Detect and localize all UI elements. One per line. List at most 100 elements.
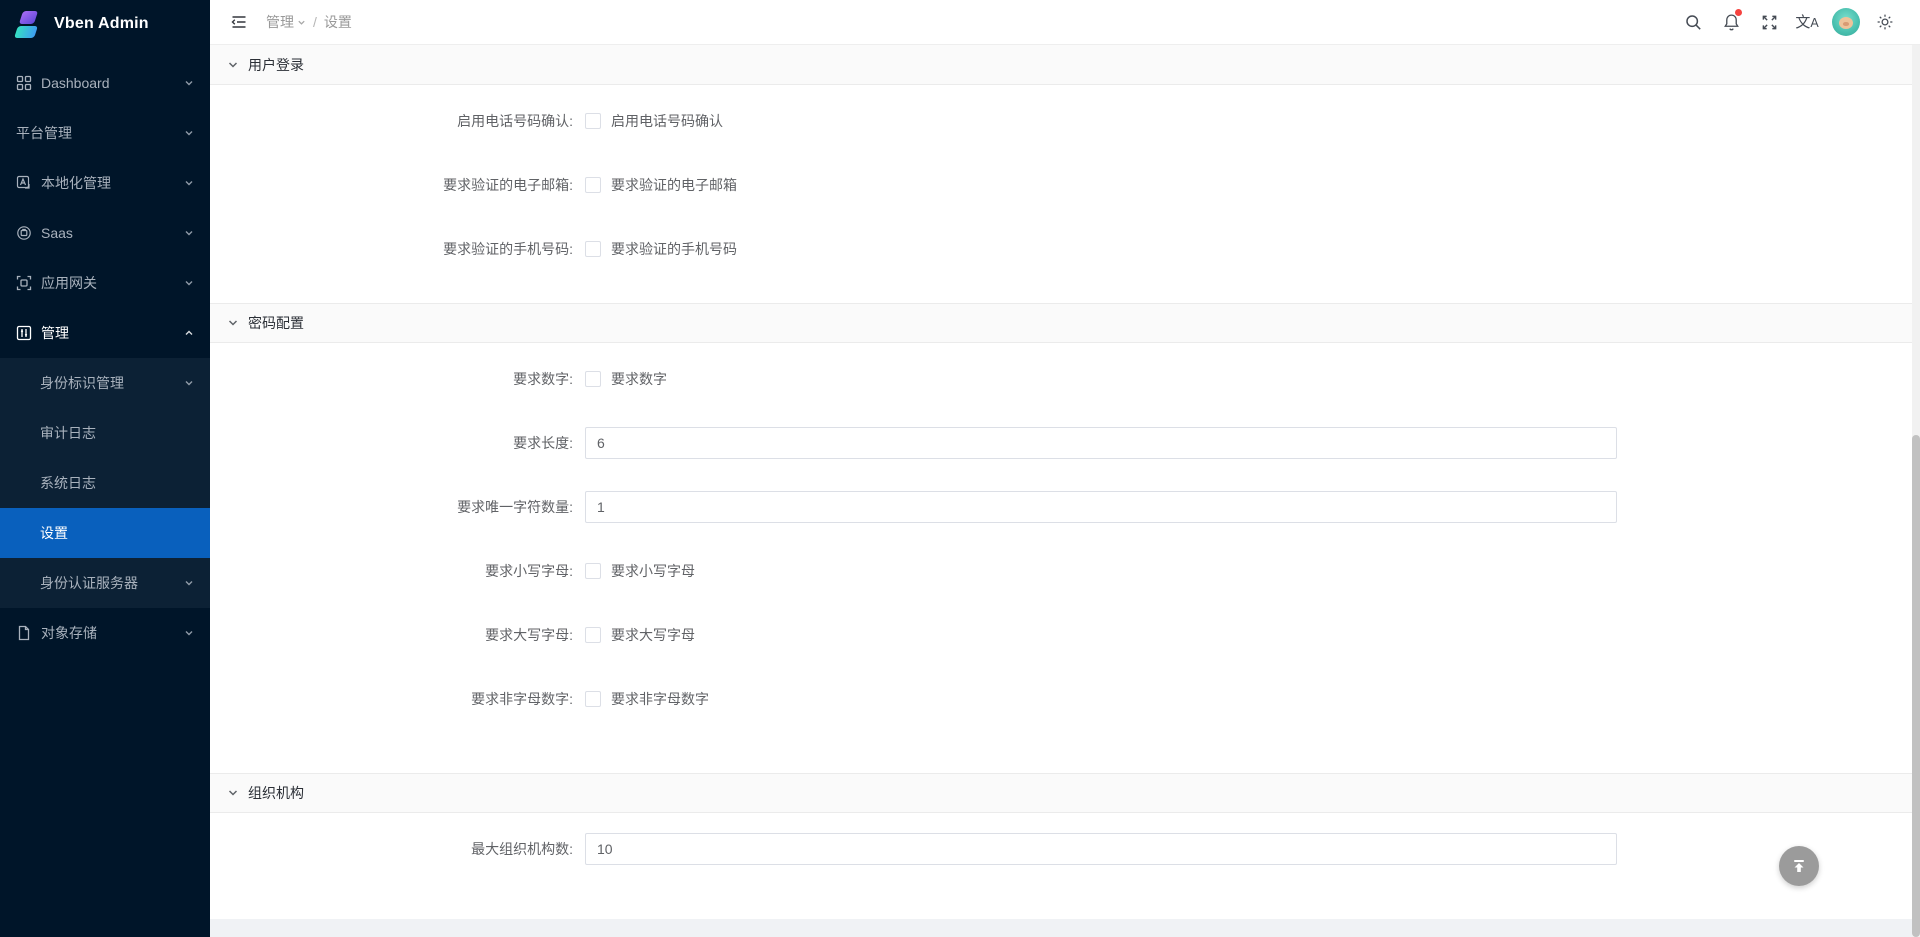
sidebar-item-platform-mgmt[interactable]: 平台管理: [0, 108, 210, 158]
fullscreen-icon[interactable]: [1750, 0, 1788, 45]
chevron-down-icon: [297, 18, 306, 27]
form-row-required-length: 要求长度:: [210, 427, 1912, 459]
section-header-user-login[interactable]: 用户登录: [210, 45, 1912, 85]
management-submenu: 身份标识管理 审计日志 系统日志 设置 身份认证服务器: [0, 358, 210, 608]
sidebar-item-dashboard[interactable]: Dashboard: [0, 58, 210, 108]
back-to-top-button[interactable]: [1779, 846, 1819, 886]
chevron-down-icon: [184, 628, 194, 638]
section-body-user-login: 启用电话号码确认: 启用电话号码确认 要求验证的电子邮箱: 要求验证的电子邮箱: [210, 85, 1912, 303]
notification-bell-icon[interactable]: [1712, 0, 1750, 45]
chevron-down-icon: [184, 578, 194, 588]
sidebar-item-system-logs[interactable]: 系统日志: [0, 458, 210, 508]
checkbox-label[interactable]: 要求大写字母: [611, 625, 695, 645]
management-icon: [16, 325, 32, 341]
saas-icon: [16, 225, 32, 241]
sidebar-item-label: 系统日志: [40, 473, 194, 493]
avatar[interactable]: [1832, 8, 1860, 36]
sidebar-item-label: Dashboard: [41, 75, 184, 91]
vertical-scrollbar: [1912, 45, 1920, 937]
checkbox-label[interactable]: 启用电话号码确认: [611, 111, 723, 131]
sidebar-item-label: 身份认证服务器: [40, 573, 184, 593]
form-label: 要求验证的电子邮箱:: [210, 175, 585, 195]
notification-badge: [1735, 9, 1742, 16]
checkbox-label[interactable]: 要求验证的电子邮箱: [611, 175, 737, 195]
sidebar: Vben Admin Dashboard 平台管理: [0, 0, 210, 937]
section-title: 用户登录: [248, 55, 304, 75]
breadcrumb-separator: /: [313, 14, 317, 30]
sidebar-item-audit-logs[interactable]: 审计日志: [0, 408, 210, 458]
chevron-down-icon: [184, 78, 194, 88]
main-area: 管理 / 设置: [210, 0, 1920, 937]
breadcrumb-item-management[interactable]: 管理: [266, 12, 306, 32]
sidebar-item-label: 应用网关: [41, 273, 184, 293]
logo[interactable]: Vben Admin: [0, 0, 210, 48]
form-label: 要求唯一字符数量:: [210, 497, 585, 517]
sidebar-item-label: 管理: [41, 323, 184, 343]
form-row-require-uppercase: 要求大写字母: 要求大写字母: [210, 619, 1912, 651]
topbar-actions: 文A: [1674, 0, 1904, 45]
chevron-down-icon: [184, 378, 194, 388]
sidebar-item-label: 本地化管理: [41, 173, 184, 193]
sidebar-item-label: 身份标识管理: [40, 373, 184, 393]
scrollbar-thumb[interactable]: [1912, 435, 1920, 937]
require-non-alphanumeric-checkbox[interactable]: [585, 691, 601, 707]
form-row-require-lowercase: 要求小写字母: 要求小写字母: [210, 555, 1912, 587]
require-lowercase-checkbox[interactable]: [585, 563, 601, 579]
chevron-down-icon: [184, 128, 194, 138]
phone-confirm-checkbox[interactable]: [585, 113, 601, 129]
chevron-down-icon: [184, 278, 194, 288]
verified-phone-checkbox[interactable]: [585, 241, 601, 257]
form-row-required-unique-chars: 要求唯一字符数量:: [210, 491, 1912, 523]
section-header-password-config[interactable]: 密码配置: [210, 303, 1912, 343]
section-title: 密码配置: [248, 313, 304, 333]
form-label: 要求大写字母:: [210, 625, 585, 645]
breadcrumb-item-settings: 设置: [324, 12, 352, 32]
form-row-require-non-alphanumeric: 要求非字母数字: 要求非字母数字: [210, 683, 1912, 715]
sidebar-item-object-storage[interactable]: 对象存储: [0, 608, 210, 658]
verified-email-checkbox[interactable]: [585, 177, 601, 193]
sidebar-item-management[interactable]: 管理: [0, 308, 210, 358]
sidebar-item-settings[interactable]: 设置: [0, 508, 210, 558]
breadcrumb-label: 管理: [266, 12, 294, 32]
avatar-snout: [1843, 22, 1849, 26]
checkbox-label[interactable]: 要求非字母数字: [611, 689, 709, 709]
settings-page: 用户登录 启用电话号码确认: 启用电话号码确认 要求验证的电子邮箱:: [210, 45, 1920, 937]
sidebar-item-saas[interactable]: Saas: [0, 208, 210, 258]
require-digit-checkbox[interactable]: [585, 371, 601, 387]
checkbox-label[interactable]: 要求小写字母: [611, 561, 695, 581]
required-length-input[interactable]: [585, 427, 1617, 459]
chevron-down-icon: [184, 178, 194, 188]
section-body-organization: 最大组织机构数:: [210, 813, 1912, 919]
topbar: 管理 / 设置: [210, 0, 1920, 45]
sidebar-item-localization[interactable]: 本地化管理: [0, 158, 210, 208]
dashboard-icon: [16, 75, 32, 91]
form-row-require-verified-email: 要求验证的电子邮箱: 要求验证的电子邮箱: [210, 169, 1912, 201]
sidebar-menu: Dashboard 平台管理 本地化管理: [0, 58, 210, 658]
sidebar-item-label: Saas: [41, 225, 184, 241]
require-uppercase-checkbox[interactable]: [585, 627, 601, 643]
settings-gear-icon[interactable]: [1866, 0, 1904, 45]
sidebar-item-label: 设置: [40, 523, 194, 543]
breadcrumb: 管理 / 设置: [266, 12, 352, 32]
translate-icon[interactable]: 文A: [1788, 0, 1826, 45]
chevron-down-icon: [227, 59, 239, 71]
checkbox-label[interactable]: 要求数字: [611, 369, 667, 389]
logo-title: Vben Admin: [54, 15, 149, 33]
chevron-up-icon: [184, 328, 194, 338]
form-label: 要求小写字母:: [210, 561, 585, 581]
sidebar-item-app-gateway[interactable]: 应用网关: [0, 258, 210, 308]
section-header-organization[interactable]: 组织机构: [210, 773, 1912, 813]
form-label: 启用电话号码确认:: [210, 111, 585, 131]
required-unique-chars-input[interactable]: [585, 491, 1617, 523]
checkbox-label[interactable]: 要求验证的手机号码: [611, 239, 737, 259]
sidebar-item-identity-resources[interactable]: 身份标识管理: [0, 358, 210, 408]
localization-icon: [16, 175, 32, 191]
sidebar-item-label: 平台管理: [16, 123, 184, 143]
form-row-require-verified-phone: 要求验证的手机号码: 要求验证的手机号码: [210, 233, 1912, 265]
menu-fold-icon[interactable]: [226, 9, 252, 35]
search-icon[interactable]: [1674, 0, 1712, 45]
sidebar-item-identity-server[interactable]: 身份认证服务器: [0, 558, 210, 608]
section-title: 组织机构: [248, 783, 304, 803]
chevron-down-icon: [184, 228, 194, 238]
max-org-units-input[interactable]: [585, 833, 1617, 865]
